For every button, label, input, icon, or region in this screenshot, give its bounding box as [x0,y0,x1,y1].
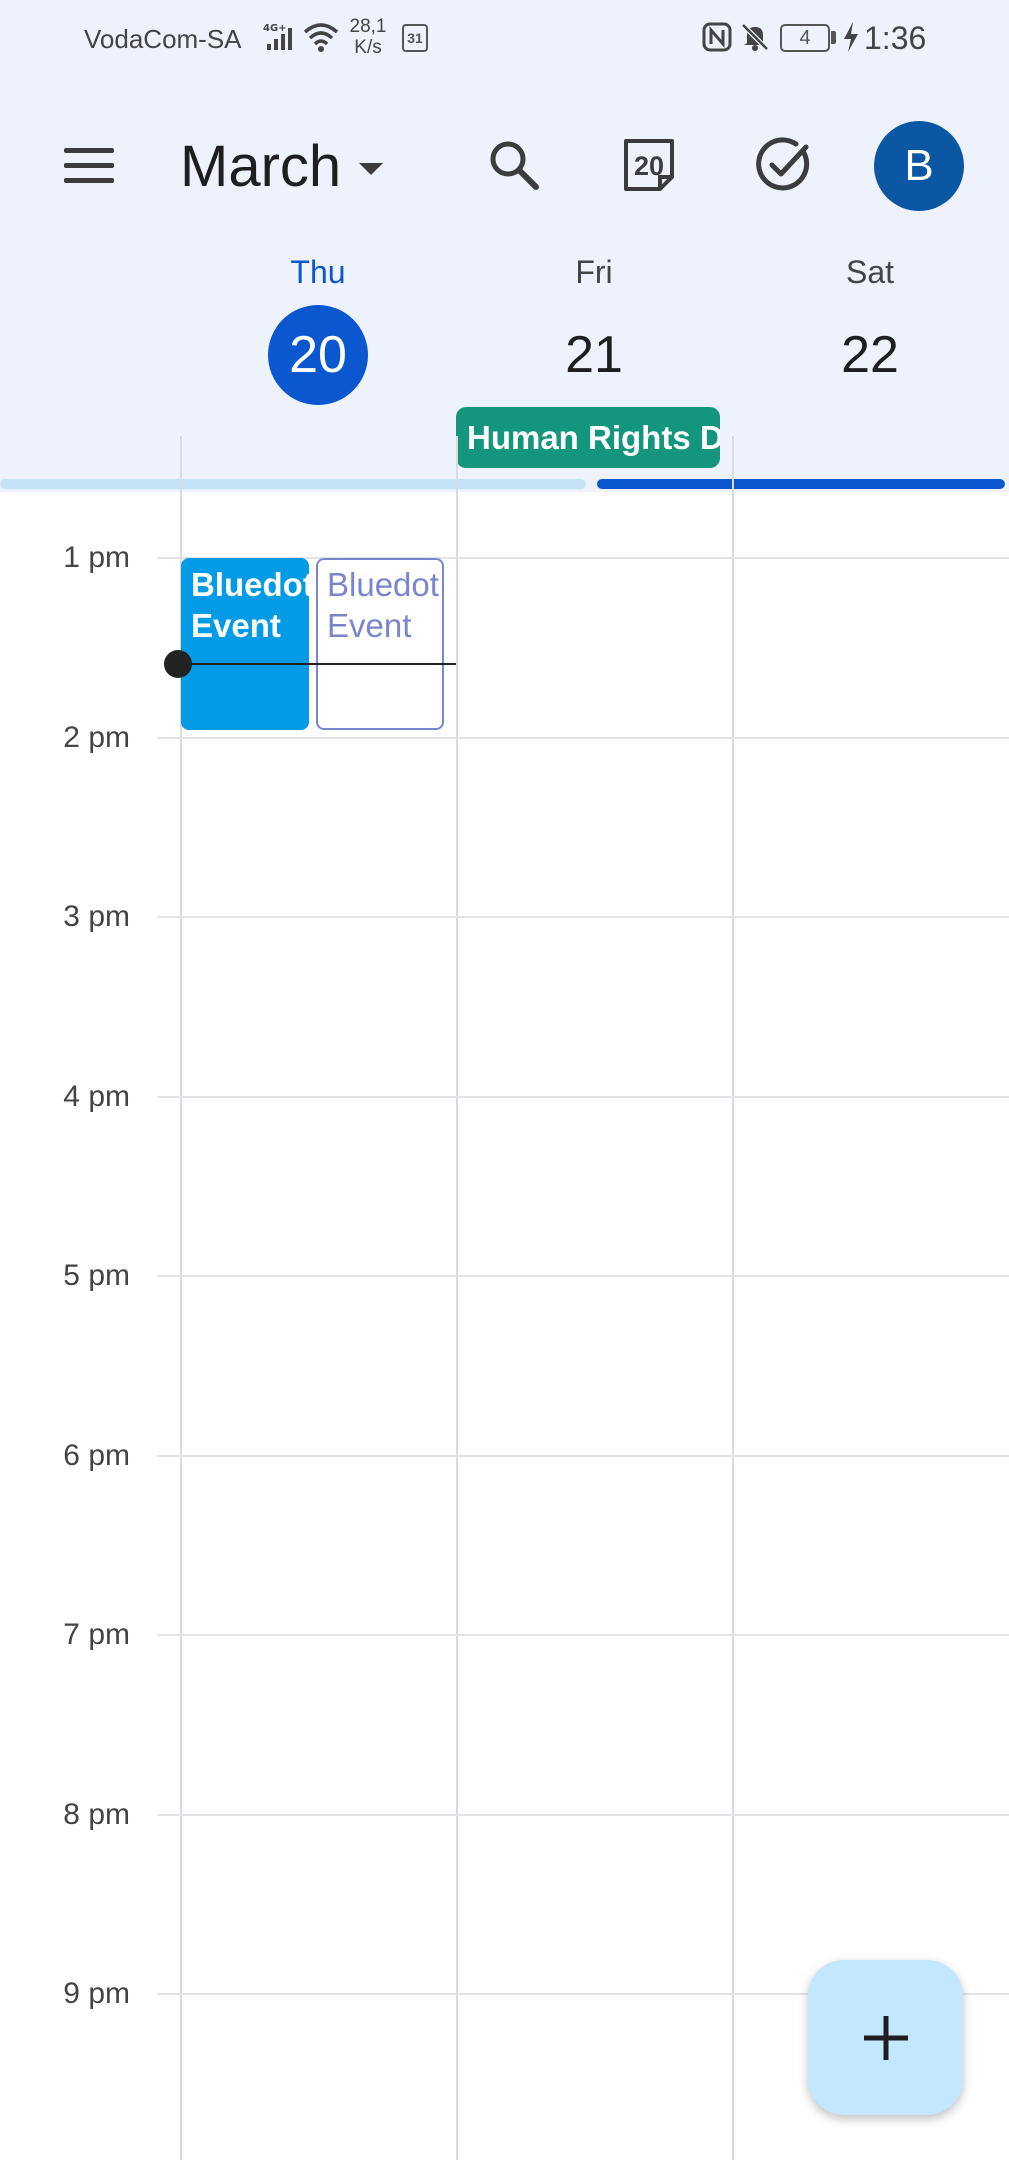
network-type-label: 4G+ [263,23,287,34]
check-circle-icon [756,137,810,191]
status-clock: 1:36 [864,20,927,56]
current-time-dot [164,650,192,678]
battery-tip [831,31,836,44]
search-icon [490,141,539,190]
today-icon-number: 20 [633,151,665,181]
menu-icon-line [64,178,114,183]
day-column-header[interactable]: Fri 21 [494,254,694,405]
calendar-notification-icon: 31 [402,24,428,52]
day-name: Sat [845,254,895,290]
battery-icon: 4 [780,24,830,52]
network-speed-unit: K/s [354,37,382,58]
menu-icon-line [64,148,114,153]
all-day-event[interactable]: Human Rights D [456,407,720,468]
hour-gridline [157,916,1009,918]
hour-gridline [157,1634,1009,1636]
signal-icon: 4G+ [263,22,297,57]
calendar-today-icon: 20 [622,137,676,193]
chevron-down-icon [359,163,384,175]
tasks-button[interactable] [744,125,824,205]
time-label: 3 pm [63,900,130,933]
create-event-button[interactable] [808,1960,963,2115]
scroll-indicator-track [0,479,586,489]
hour-gridline [157,1275,1009,1277]
time-label: 4 pm [63,1080,130,1113]
hour-gridline [157,737,1009,739]
charging-bolt-icon [843,22,859,57]
plus-icon [863,2015,908,2060]
time-label: 5 pm [63,1259,130,1292]
current-time-line [178,663,456,665]
search-button[interactable] [474,125,554,205]
month-label: March [180,133,342,199]
column-divider [732,436,734,2160]
day-number: 22 [841,326,899,384]
time-label: 8 pm [63,1798,130,1831]
hour-gridline [157,1814,1009,1816]
nfc-icon [702,22,732,57]
time-label: 1 pm [63,541,130,574]
hour-gridline [157,1096,1009,1098]
menu-button[interactable] [56,136,122,194]
time-label: 7 pm [63,1618,130,1651]
time-label: 9 pm [63,1977,130,2010]
column-divider [456,436,458,2160]
account-avatar[interactable]: B [874,121,964,211]
day-number: 21 [565,326,623,384]
today-button[interactable]: 20 [609,125,689,205]
wifi-icon [303,22,339,57]
carrier-name: VodaCom-SA [84,24,242,54]
time-label: 6 pm [63,1439,130,1472]
muted-bell-icon [740,22,770,57]
menu-icon-line [64,163,114,168]
network-speed: 28,1 K/s [348,16,388,58]
status-bar: VodaCom-SA 4G+ 28,1 K/s 31 4 1:36 [0,0,1009,80]
hour-gridline [157,1455,1009,1457]
calendar-event[interactable]: Bluedot Event [181,558,309,730]
time-label: 2 pm [63,721,130,754]
day-number: 20 [268,305,368,405]
network-speed-value: 28,1 [349,16,387,37]
day-column-header[interactable]: Thu 20 [218,254,418,405]
month-selector[interactable]: March [180,128,384,204]
scroll-indicator-active [597,479,1005,489]
calendar-event[interactable]: Bluedot Event [316,558,444,730]
day-name: Thu [290,254,346,290]
day-column-header[interactable]: Sat 22 [770,254,970,405]
day-name: Fri [575,254,613,290]
